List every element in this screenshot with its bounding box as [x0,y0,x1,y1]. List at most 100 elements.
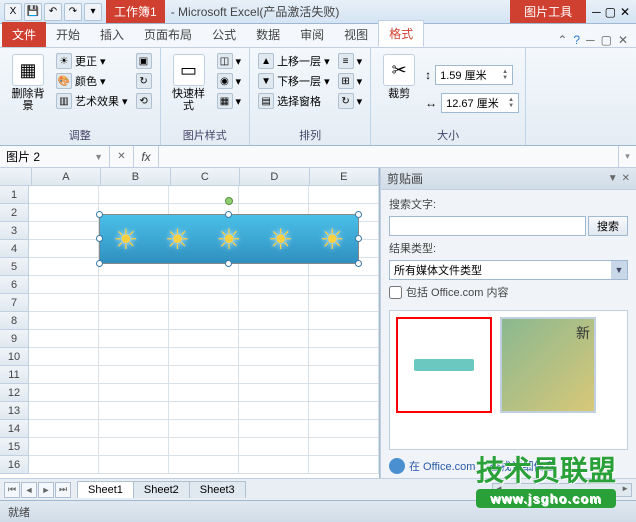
excel-icon[interactable]: X [4,3,22,21]
col-header[interactable]: E [310,168,379,185]
qat-dropdown-icon[interactable]: ▾ [84,3,102,21]
expand-formula-icon[interactable]: ▾ [618,146,636,167]
picture-layout-button[interactable]: ▦▾ [215,92,244,110]
sheet-tab[interactable]: Sheet3 [189,481,246,498]
include-office-checkbox[interactable] [389,286,402,299]
rotate-icon: ↻ [338,93,354,109]
change-picture-button[interactable]: ↻ [134,72,154,90]
tab-home[interactable]: 开始 [46,22,90,47]
resize-handle[interactable] [96,235,103,242]
tab-layout[interactable]: 页面布局 [134,22,202,47]
tab-file[interactable]: 文件 [2,22,46,47]
sheet-tab[interactable]: Sheet1 [77,481,134,498]
resize-handle[interactable] [225,260,232,267]
doc-restore-icon[interactable]: ▢ [601,33,612,47]
result-type-combo[interactable]: 所有媒体文件类型▼ [389,260,628,280]
tab-formulas[interactable]: 公式 [202,22,246,47]
row-header[interactable]: 7 [0,294,29,312]
pane-close-icon[interactable]: ✕ [622,173,630,184]
fx-icon[interactable]: fx [134,146,158,167]
tab-view[interactable]: 视图 [334,22,378,47]
search-input[interactable] [389,216,586,236]
crop-button[interactable]: ✂ 裁剪 [377,52,421,125]
col-header[interactable]: B [101,168,170,185]
row-header[interactable]: 15 [0,438,29,456]
doc-minimize-icon[interactable]: ─ [586,33,595,47]
last-sheet-icon[interactable]: ⏭ [55,482,71,498]
color-button[interactable]: 🎨颜色 ▾ [54,72,130,90]
resize-handle[interactable] [96,211,103,218]
prev-sheet-icon[interactable]: ◄ [21,482,37,498]
row-header[interactable]: 14 [0,420,29,438]
change-icon: ↻ [136,73,152,89]
height-input[interactable]: 1.59 厘米▲▼ [435,65,513,85]
restore-icon[interactable]: ▢ [605,5,616,19]
formula-input[interactable] [158,146,618,167]
clipart-thumbnail[interactable] [396,317,492,413]
tab-insert[interactable]: 插入 [90,22,134,47]
worksheet-area[interactable]: A B C D E 1 2 3 4 5 6 7 8 9 10 11 12 13 … [0,168,380,478]
clipart-results [389,310,628,450]
resize-handle[interactable] [225,211,232,218]
row-header[interactable]: 12 [0,384,29,402]
close-icon[interactable]: ✕ [620,5,630,19]
selected-picture[interactable] [99,214,359,264]
row-header[interactable]: 16 [0,456,29,474]
row-header[interactable]: 6 [0,276,29,294]
next-sheet-icon[interactable]: ► [38,482,54,498]
resize-handle[interactable] [355,260,362,267]
sheet-tab[interactable]: Sheet2 [133,481,190,498]
help-icon[interactable]: ? [573,33,580,47]
row-header[interactable]: 4 [0,240,29,258]
row-header[interactable]: 11 [0,366,29,384]
selection-pane-button[interactable]: ▤选择窗格 [256,92,332,110]
minimize-ribbon-icon[interactable]: ⌃ [557,33,567,47]
resize-handle[interactable] [355,211,362,218]
row-header[interactable]: 9 [0,330,29,348]
remove-background-button[interactable]: ▦ 删除背景 [6,52,50,125]
include-office-label: 包括 Office.com 内容 [406,284,508,300]
tab-format[interactable]: 格式 [378,20,424,47]
row-header[interactable]: 5 [0,258,29,276]
bring-forward-button[interactable]: ▲上移一层 ▾ [256,52,332,70]
picture-effects-button[interactable]: ◉▾ [215,72,244,90]
resize-handle[interactable] [355,235,362,242]
row-header[interactable]: 8 [0,312,29,330]
picture-border-button[interactable]: ◫▾ [215,52,244,70]
resize-handle[interactable] [96,260,103,267]
row-header[interactable]: 13 [0,402,29,420]
save-icon[interactable]: 💾 [24,3,42,21]
search-button[interactable]: 搜索 [588,216,628,236]
cancel-formula-icon[interactable]: ✕ [110,146,134,167]
col-header[interactable]: A [32,168,101,185]
clipart-thumbnail[interactable] [500,317,596,413]
redo-icon[interactable]: ↷ [64,3,82,21]
name-box[interactable]: 图片 2▼ [0,146,110,167]
row-header[interactable]: 3 [0,222,29,240]
corrections-button[interactable]: ☀更正 ▾ [54,52,130,70]
pane-dropdown-icon[interactable]: ▼ [608,173,618,184]
row-header[interactable]: 1 [0,186,29,204]
group-button[interactable]: ⊞▾ [336,72,365,90]
first-sheet-icon[interactable]: ⏮ [4,482,20,498]
width-input[interactable]: 12.67 厘米▲▼ [441,93,519,113]
row-header[interactable]: 2 [0,204,29,222]
rotate-button[interactable]: ↻▾ [336,92,365,110]
col-header[interactable]: D [240,168,309,185]
minimize-icon[interactable]: ─ [592,5,601,19]
artistic-effects-button[interactable]: ▥艺术效果 ▾ [54,92,130,110]
compress-button[interactable]: ▣ [134,52,154,70]
quick-styles-button[interactable]: ▭ 快速样式 [167,52,211,125]
select-all-corner[interactable] [0,168,32,185]
rotate-handle[interactable] [225,197,233,205]
col-header[interactable]: C [171,168,240,185]
row-header[interactable]: 10 [0,348,29,366]
tab-data[interactable]: 数据 [246,22,290,47]
sun-icon: ☀ [56,53,72,69]
send-backward-button[interactable]: ▼下移一层 ▾ [256,72,332,90]
align-button[interactable]: ≡▾ [336,52,365,70]
doc-close-icon[interactable]: ✕ [618,33,628,47]
reset-picture-button[interactable]: ⟲ [134,92,154,110]
undo-icon[interactable]: ↶ [44,3,62,21]
tab-review[interactable]: 审阅 [290,22,334,47]
